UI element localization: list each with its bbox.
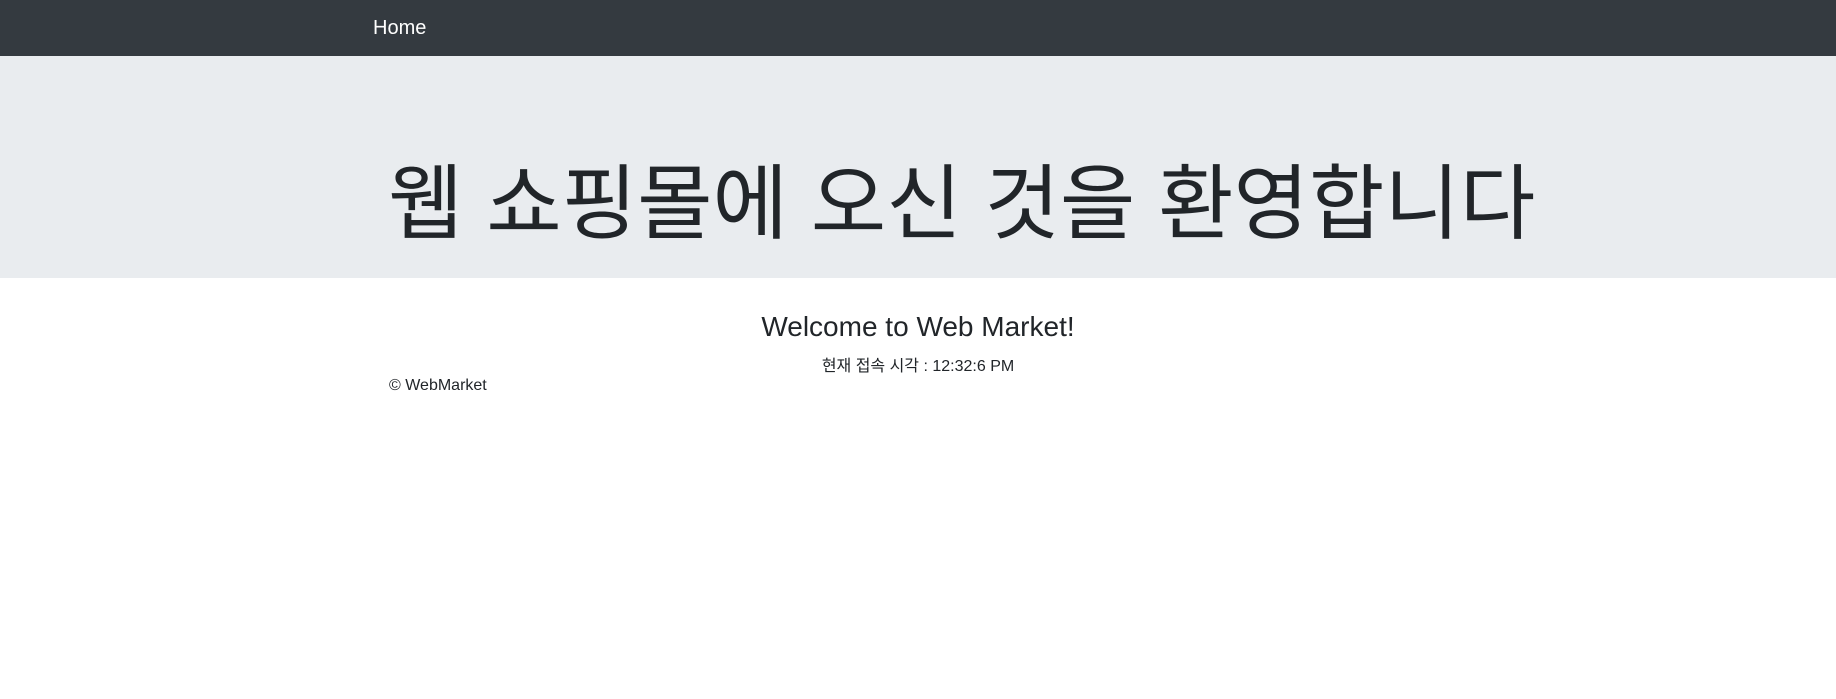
- welcome-heading: Welcome to Web Market!: [761, 311, 1075, 342]
- jumbotron: 웹 쇼핑몰에 오신 것을 환영합니다: [0, 56, 1836, 278]
- home-link[interactable]: Home: [373, 0, 426, 56]
- hero-title: 웹 쇼핑몰에 오신 것을 환영합니다: [388, 159, 1536, 250]
- footer-copyright: © WebMarket: [389, 377, 487, 394]
- current-time-label: 현재 접속 시각 :: [821, 358, 933, 375]
- top-navbar: Home: [0, 0, 1836, 56]
- main-content: Welcome to Web Market! 현재 접속 시각 : 12:32:…: [0, 278, 1836, 699]
- current-time-line: 현재 접속 시각 : 12:32:6 PM: [0, 352, 1836, 376]
- current-time-value: 12:32:6 PM: [932, 358, 1015, 375]
